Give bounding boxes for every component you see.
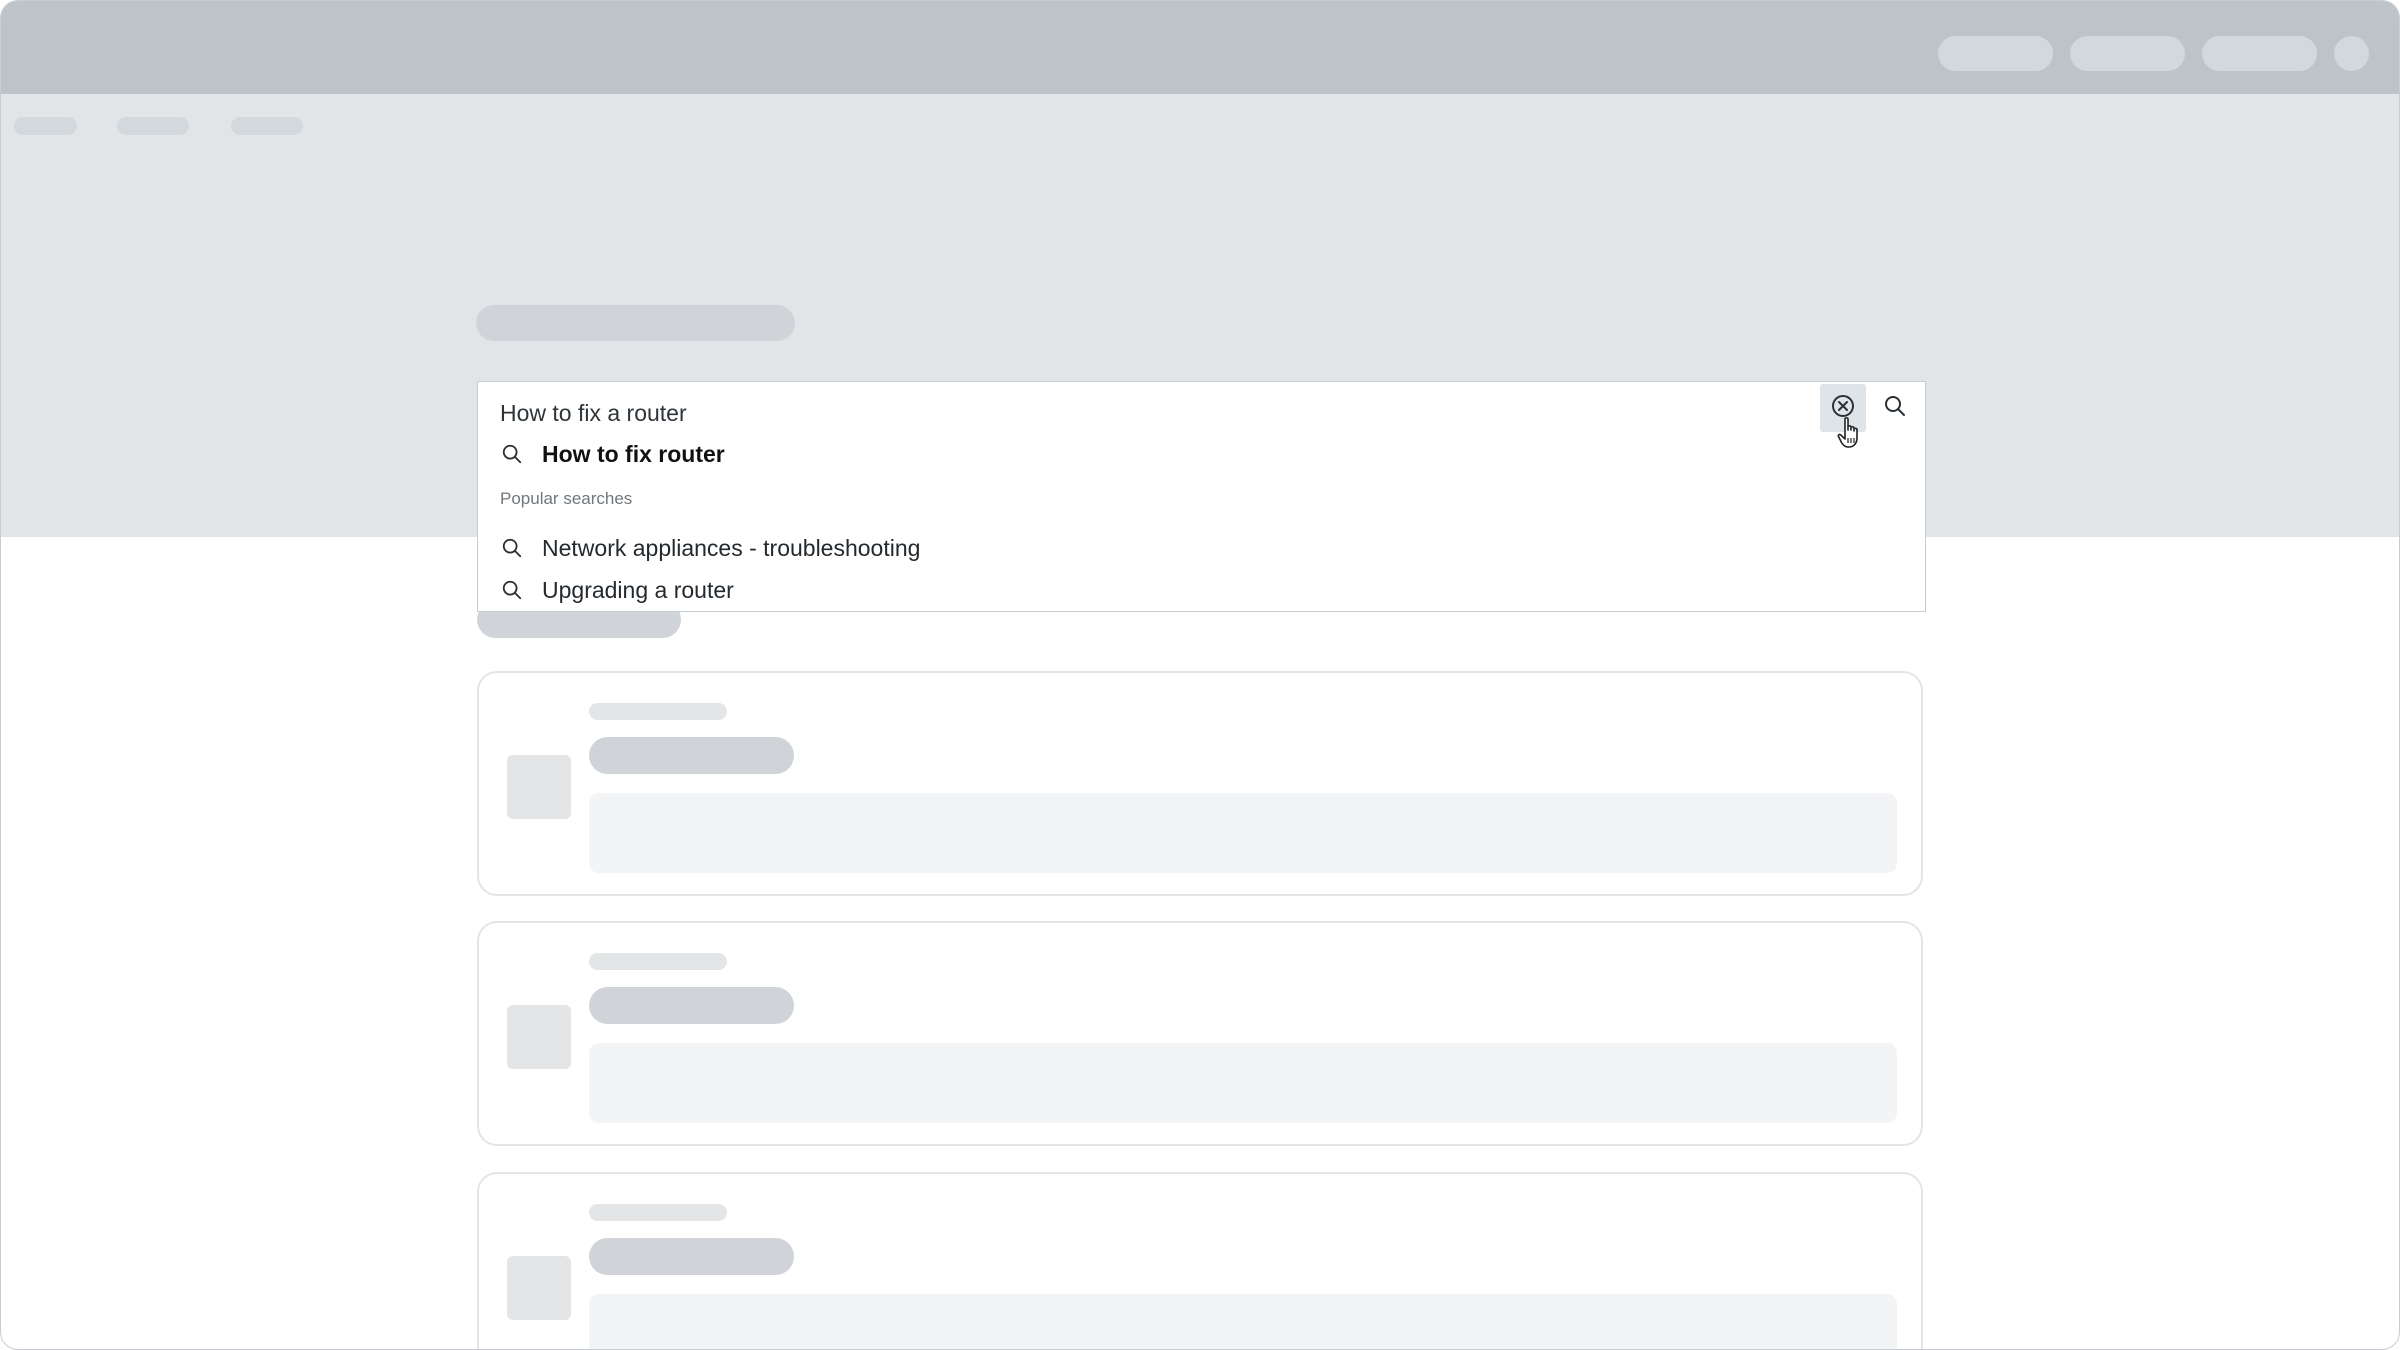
- search-submit-button[interactable]: [1872, 384, 1918, 432]
- popular-search-label: Network appliances - troubleshooting: [542, 534, 921, 561]
- top-nav-placeholder-2[interactable]: [2070, 36, 2185, 71]
- result-thumbnail: [507, 1005, 571, 1069]
- result-body-placeholder: [589, 1294, 1897, 1349]
- result-meta-placeholder: [589, 703, 727, 720]
- result-card[interactable]: [477, 671, 1923, 896]
- popular-searches-heading: Popular searches: [500, 489, 633, 508]
- popular-search-item[interactable]: Upgrading a router: [500, 572, 734, 608]
- popular-search-item[interactable]: Network appliances - troubleshooting: [500, 530, 920, 566]
- search-icon: [500, 578, 524, 602]
- top-nav-placeholder-1[interactable]: [1938, 36, 2053, 71]
- result-meta-placeholder: [589, 1204, 727, 1221]
- result-card[interactable]: [477, 921, 1923, 1146]
- top-nav-placeholder-3[interactable]: [2202, 36, 2317, 71]
- top-bar: [1, 1, 2399, 94]
- search-input[interactable]: [500, 394, 1700, 432]
- browser-window: How to fix router Popular searches Netwo…: [0, 0, 2400, 1350]
- result-title-placeholder: [589, 987, 794, 1024]
- result-meta-placeholder: [589, 953, 727, 970]
- search-icon: [500, 536, 524, 560]
- search-icon: [1883, 394, 1907, 423]
- result-title-placeholder: [589, 737, 794, 774]
- search-icon: [500, 442, 524, 466]
- sub-nav: [1, 94, 2399, 201]
- suggestion-item[interactable]: How to fix router: [500, 436, 725, 472]
- result-card[interactable]: [477, 1172, 1923, 1349]
- avatar[interactable]: [2334, 36, 2369, 71]
- result-body-placeholder: [589, 793, 1897, 873]
- sub-nav-placeholder-1[interactable]: [14, 117, 77, 135]
- result-thumbnail: [507, 1256, 571, 1320]
- popular-search-label: Upgrading a router: [542, 576, 734, 603]
- sub-nav-placeholder-2[interactable]: [117, 117, 189, 135]
- hand-pointer-icon: [1836, 416, 1864, 450]
- result-thumbnail: [507, 755, 571, 819]
- suggestion-label: How to fix router: [542, 440, 725, 467]
- result-title-placeholder: [589, 1238, 794, 1275]
- page-title-placeholder: [476, 305, 795, 341]
- sub-nav-placeholder-3[interactable]: [231, 117, 303, 135]
- search-box: How to fix router Popular searches Netwo…: [477, 381, 1926, 612]
- result-body-placeholder: [589, 1043, 1897, 1123]
